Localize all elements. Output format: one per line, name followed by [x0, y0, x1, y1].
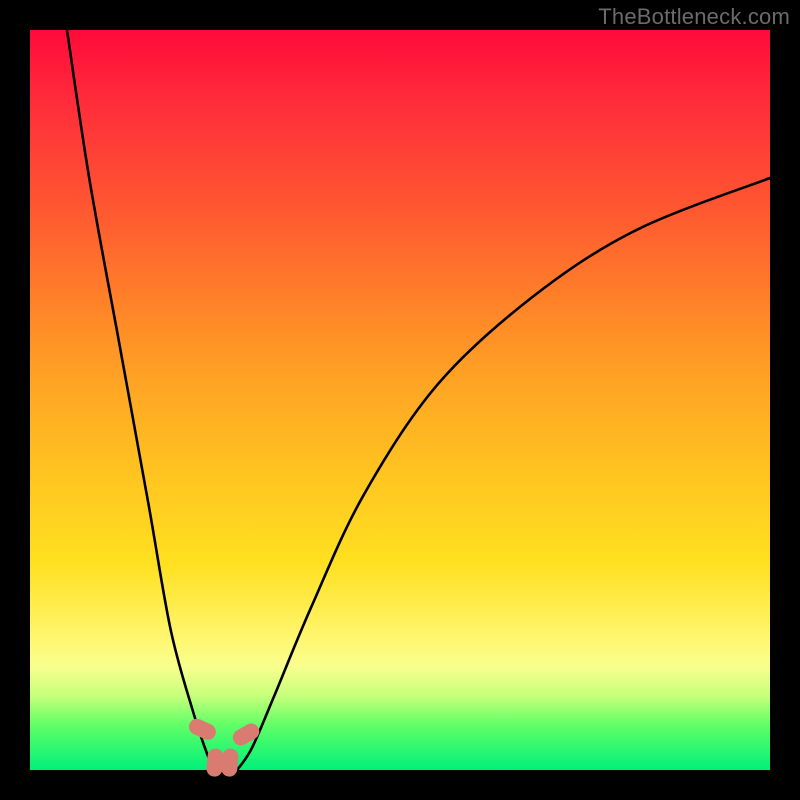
- attribution-label: TheBottleneck.com: [598, 4, 790, 30]
- curve-marker: [206, 748, 224, 777]
- chart-frame: TheBottleneck.com: [0, 0, 800, 800]
- plot-area: [30, 30, 770, 770]
- bottleneck-curve-left: [67, 30, 215, 770]
- curve-marker: [230, 721, 262, 749]
- curve-layer: [30, 30, 770, 770]
- curve-marker: [221, 748, 239, 777]
- marker-group: [186, 716, 262, 777]
- bottleneck-curve-right: [237, 178, 770, 770]
